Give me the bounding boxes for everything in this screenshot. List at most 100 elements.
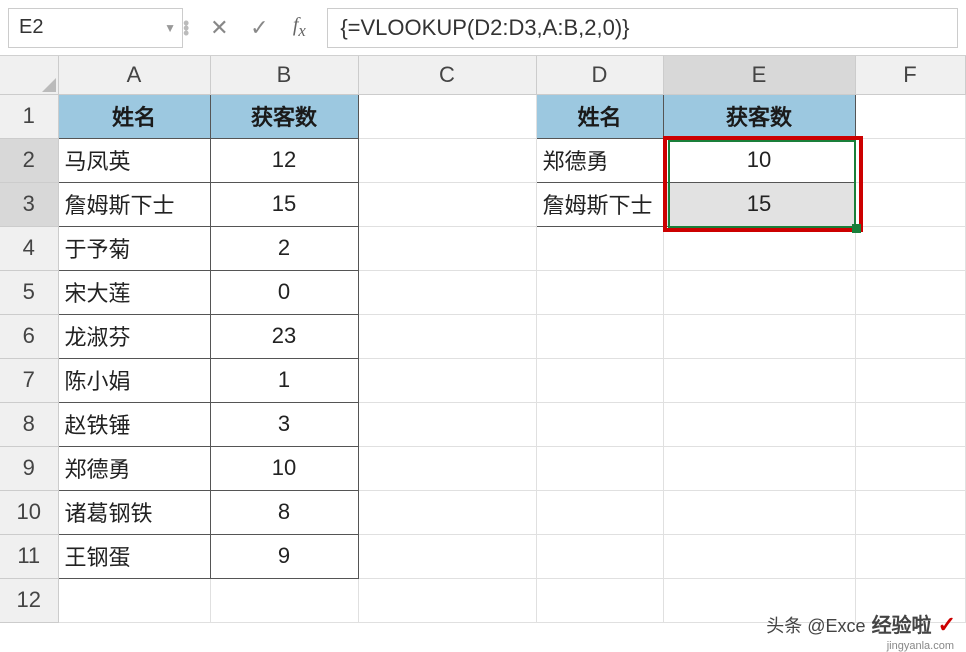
cell-B5[interactable]: 0 xyxy=(210,270,358,314)
cell-C10[interactable] xyxy=(358,490,536,534)
cell-D7[interactable] xyxy=(536,358,663,402)
cell-E11[interactable] xyxy=(663,534,855,578)
formula-input[interactable]: {=VLOOKUP(D2:D3,A:B,2,0)} xyxy=(327,8,958,48)
name-box[interactable]: E2 ▼ xyxy=(8,8,183,48)
cell-E10[interactable] xyxy=(663,490,855,534)
insert-function-button[interactable]: fx xyxy=(279,8,319,48)
cell-C9[interactable] xyxy=(358,446,536,490)
cell-E7[interactable] xyxy=(663,358,855,402)
cell-D10[interactable] xyxy=(536,490,663,534)
select-all-corner[interactable] xyxy=(0,56,58,94)
cell-A5[interactable]: 宋大莲 xyxy=(58,270,210,314)
cell-E4[interactable] xyxy=(663,226,855,270)
cell-B8[interactable]: 3 xyxy=(210,402,358,446)
cell-A4[interactable]: 于予菊 xyxy=(58,226,210,270)
cell-A2[interactable]: 马凤英 xyxy=(58,138,210,182)
cell-F8[interactable] xyxy=(855,402,965,446)
cell-F4[interactable] xyxy=(855,226,965,270)
cell-C1[interactable] xyxy=(358,94,536,138)
cell-F1[interactable] xyxy=(855,94,965,138)
col-header-E[interactable]: E xyxy=(663,56,855,94)
row-header-5[interactable]: 5 xyxy=(0,270,58,314)
cell-F6[interactable] xyxy=(855,314,965,358)
check-red-icon: ✓ xyxy=(938,612,956,638)
cell-C7[interactable] xyxy=(358,358,536,402)
row-header-9[interactable]: 9 xyxy=(0,446,58,490)
cell-C3[interactable] xyxy=(358,182,536,226)
cell-A3[interactable]: 詹姆斯下士 xyxy=(58,182,210,226)
cell-D8[interactable] xyxy=(536,402,663,446)
cell-E6[interactable] xyxy=(663,314,855,358)
cell-D1[interactable]: 姓名 xyxy=(536,94,663,138)
spreadsheet-grid[interactable]: A B C D E F 1 姓名 获客数 姓名 获客数 2 马凤英 12 郑德勇… xyxy=(0,56,966,623)
watermark-text-2: 经验啦 xyxy=(872,609,932,638)
row-header-4[interactable]: 4 xyxy=(0,226,58,270)
cell-D6[interactable] xyxy=(536,314,663,358)
cell-D2[interactable]: 郑德勇 xyxy=(536,138,663,182)
cell-F10[interactable] xyxy=(855,490,965,534)
cell-A9[interactable]: 郑德勇 xyxy=(58,446,210,490)
cancel-formula-button[interactable]: ✕ xyxy=(199,8,239,48)
cell-C6[interactable] xyxy=(358,314,536,358)
cell-E5[interactable] xyxy=(663,270,855,314)
cell-F5[interactable] xyxy=(855,270,965,314)
cell-B4[interactable]: 2 xyxy=(210,226,358,270)
col-header-B[interactable]: B xyxy=(210,56,358,94)
cell-A10[interactable]: 诸葛钢铁 xyxy=(58,490,210,534)
cell-C5[interactable] xyxy=(358,270,536,314)
cell-D9[interactable] xyxy=(536,446,663,490)
cell-B1[interactable]: 获客数 xyxy=(210,94,358,138)
cell-A7[interactable]: 陈小娟 xyxy=(58,358,210,402)
cell-B12[interactable] xyxy=(210,578,358,622)
cell-F9[interactable] xyxy=(855,446,965,490)
cell-A6[interactable]: 龙淑芬 xyxy=(58,314,210,358)
cell-E8[interactable] xyxy=(663,402,855,446)
chevron-down-icon[interactable]: ▼ xyxy=(164,21,176,35)
cell-B2[interactable]: 12 xyxy=(210,138,358,182)
cell-F11[interactable] xyxy=(855,534,965,578)
cell-C12[interactable] xyxy=(358,578,536,622)
cell-B6[interactable]: 23 xyxy=(210,314,358,358)
row-header-7[interactable]: 7 xyxy=(0,358,58,402)
watermark-sub: jingyanla.com xyxy=(887,640,954,652)
accept-formula-button[interactable]: ✓ xyxy=(239,8,279,48)
fill-handle[interactable] xyxy=(852,224,861,233)
col-header-C[interactable]: C xyxy=(358,56,536,94)
cell-C4[interactable] xyxy=(358,226,536,270)
cell-D12[interactable] xyxy=(536,578,663,622)
cell-E1[interactable]: 获客数 xyxy=(663,94,855,138)
cell-E3[interactable]: 15 xyxy=(663,182,855,226)
row-header-6[interactable]: 6 xyxy=(0,314,58,358)
row-header-8[interactable]: 8 xyxy=(0,402,58,446)
cell-F2[interactable] xyxy=(855,138,965,182)
cell-D4[interactable] xyxy=(536,226,663,270)
cell-A12[interactable] xyxy=(58,578,210,622)
col-header-D[interactable]: D xyxy=(536,56,663,94)
row-header-10[interactable]: 10 xyxy=(0,490,58,534)
cell-D11[interactable] xyxy=(536,534,663,578)
cell-B3[interactable]: 15 xyxy=(210,182,358,226)
cell-B11[interactable]: 9 xyxy=(210,534,358,578)
row-header-11[interactable]: 11 xyxy=(0,534,58,578)
cell-F7[interactable] xyxy=(855,358,965,402)
row-header-2[interactable]: 2 xyxy=(0,138,58,182)
col-header-A[interactable]: A xyxy=(58,56,210,94)
row-header-1[interactable]: 1 xyxy=(0,94,58,138)
cell-B10[interactable]: 8 xyxy=(210,490,358,534)
col-header-F[interactable]: F xyxy=(855,56,965,94)
cell-E2[interactable]: 10 xyxy=(663,138,855,182)
cell-C11[interactable] xyxy=(358,534,536,578)
cell-A11[interactable]: 王钢蛋 xyxy=(58,534,210,578)
cell-A8[interactable]: 赵铁锤 xyxy=(58,402,210,446)
cell-F3[interactable] xyxy=(855,182,965,226)
cell-D5[interactable] xyxy=(536,270,663,314)
row-header-3[interactable]: 3 xyxy=(0,182,58,226)
cell-E9[interactable] xyxy=(663,446,855,490)
cell-D3[interactable]: 詹姆斯下士 xyxy=(536,182,663,226)
cell-C2[interactable] xyxy=(358,138,536,182)
cell-B9[interactable]: 10 xyxy=(210,446,358,490)
cell-B7[interactable]: 1 xyxy=(210,358,358,402)
cell-C8[interactable] xyxy=(358,402,536,446)
cell-A1[interactable]: 姓名 xyxy=(58,94,210,138)
row-header-12[interactable]: 12 xyxy=(0,578,58,622)
